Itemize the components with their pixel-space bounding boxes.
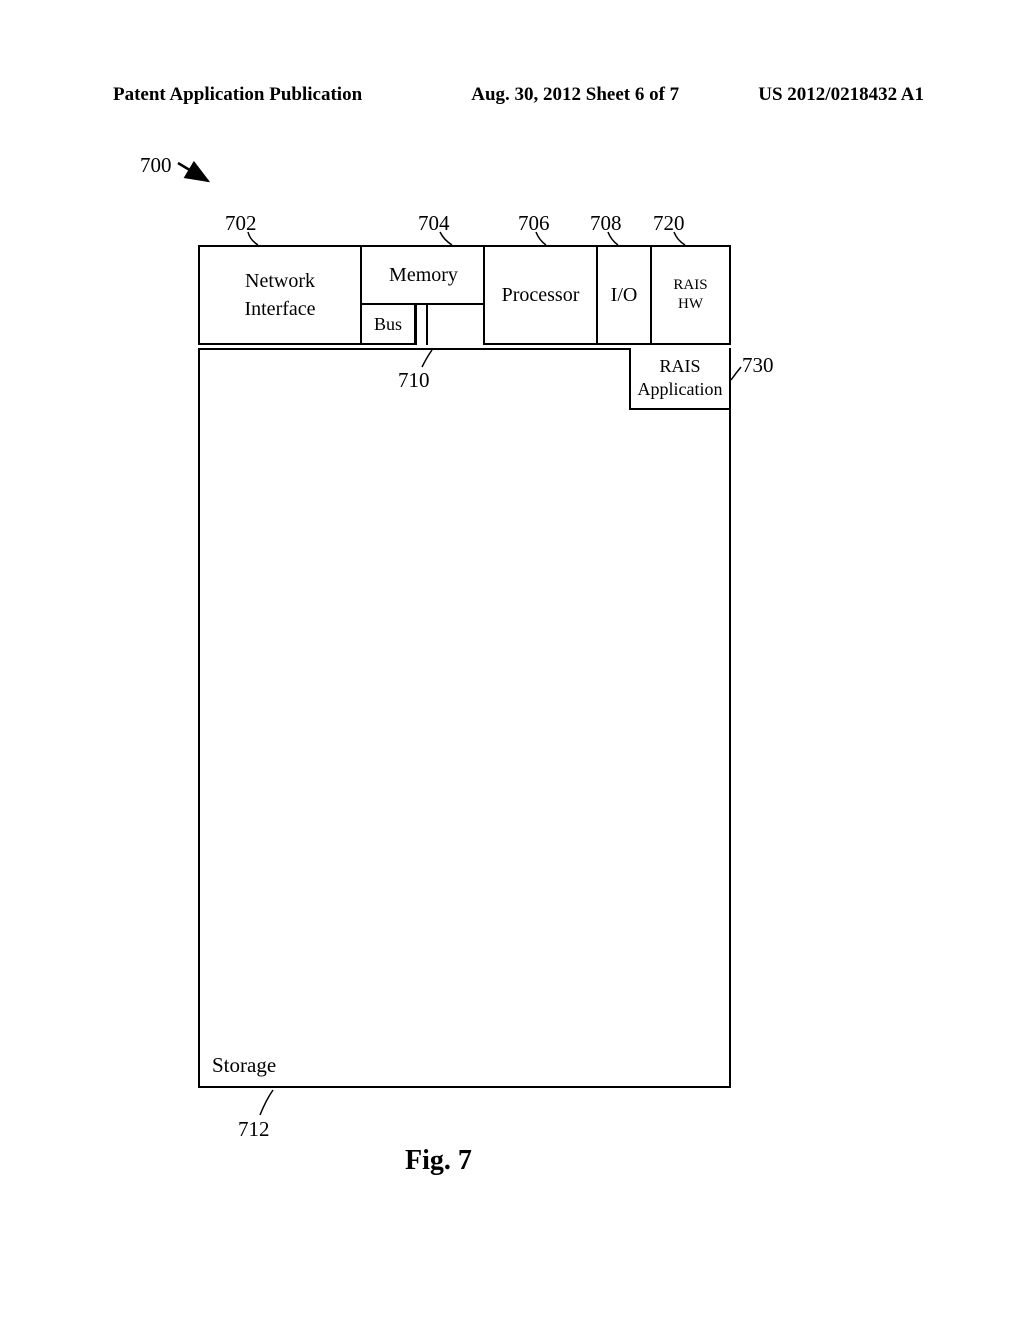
header-patent-number: US 2012/0218432 A1 (758, 84, 924, 106)
block-rais-application: RAIS Application (629, 348, 731, 410)
ref-label-706: 706 (518, 211, 550, 236)
ref-label-702: 702 (225, 211, 257, 236)
header-publication: Patent Application Publication (113, 84, 362, 106)
block-label: RAIS Application (638, 355, 723, 402)
block-label: I/O (611, 284, 638, 307)
ref-label-720: 720 (653, 211, 685, 236)
storage-label: Storage (212, 1053, 276, 1078)
bus-divider-2 (426, 303, 428, 345)
block-label: Bus (374, 314, 402, 335)
ref-label-708: 708 (590, 211, 622, 236)
bus-divider-1 (415, 303, 417, 345)
header-date-sheet: Aug. 30, 2012 Sheet 6 of 7 (471, 84, 679, 106)
block-processor: Processor (483, 245, 598, 345)
block-bus: Bus (360, 303, 416, 345)
ref-label-704: 704 (418, 211, 450, 236)
ref-label-700: 700 (140, 153, 172, 178)
page-header: Patent Application Publication Aug. 30, … (113, 84, 924, 106)
figure-caption: Fig. 7 (405, 1145, 472, 1177)
block-label: Network Interface (244, 267, 315, 323)
ref-label-712: 712 (238, 1117, 270, 1142)
block-io: I/O (596, 245, 652, 345)
block-label: Processor (502, 284, 580, 307)
ref-label-730: 730 (742, 353, 774, 378)
figure-diagram: 700 702 704 706 708 720 730 710 712 Netw… (130, 145, 890, 1195)
block-label: RAIS HW (673, 276, 707, 315)
block-rais-hw: RAIS HW (650, 245, 731, 345)
block-memory: Memory (360, 245, 485, 305)
storage-box (198, 348, 731, 1088)
block-network-interface: Network Interface (198, 245, 362, 345)
block-label: Memory (389, 264, 458, 287)
